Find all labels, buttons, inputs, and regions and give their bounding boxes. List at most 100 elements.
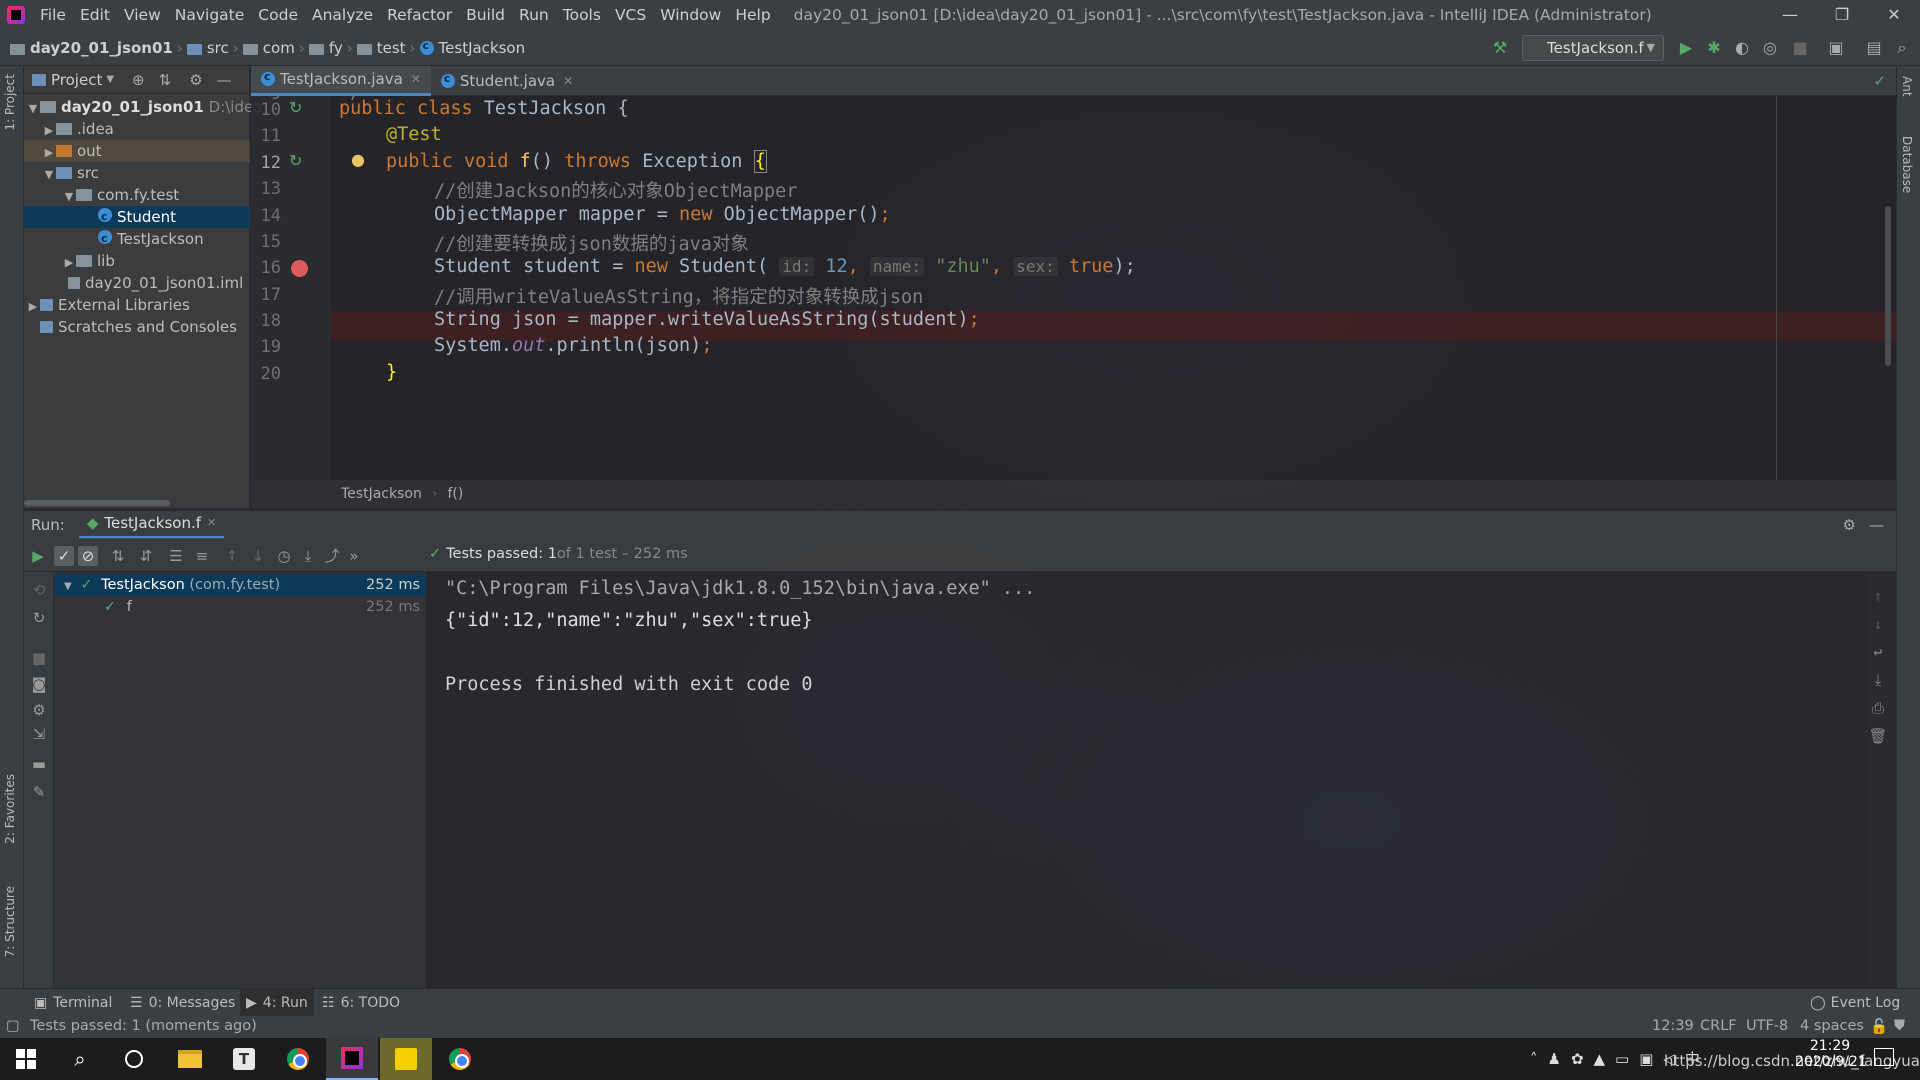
trash-icon[interactable]: 🗑 [1867,722,1889,750]
search-icon[interactable]: ⌕ [1892,38,1912,58]
prev-failed-icon[interactable]: ↑ [222,546,242,566]
close-tab-icon[interactable]: ✕ [207,509,216,537]
print-icon[interactable]: ⎙ [1867,694,1889,722]
tree-item-lib[interactable]: ▶ lib [24,250,250,272]
intellij-taskbar-icon[interactable] [326,1038,378,1080]
tree-item-student[interactable]: Student [24,206,250,228]
tree-item-external-libraries[interactable]: ▶ External Libraries [24,294,250,316]
rerun-failed-icon[interactable]: ⟲ [29,580,49,600]
tab-event-log[interactable]: ◯ Event Log [1810,989,1900,1017]
typora-icon[interactable]: T [218,1038,270,1080]
tab-terminal[interactable]: ▣ Terminal [34,989,112,1017]
tree-item-scratches[interactable]: Scratches and Consoles [24,316,250,338]
build-hammer-icon[interactable]: ⚒ [1490,38,1510,58]
tab-run[interactable]: ▶ 4: Run [240,989,314,1017]
clock[interactable]: 21:29 2020/9/21 [1795,1038,1867,1070]
pin-icon[interactable]: ✎ [29,782,49,802]
close-tab-icon[interactable]: ✕ [563,74,573,88]
breakpoint-icon[interactable] [291,260,308,277]
horizontal-scrollbar[interactable] [24,500,170,506]
menu-window[interactable]: Window [653,0,728,30]
tree-item-testjackson[interactable]: TestJackson [24,228,250,250]
settings-icon[interactable]: ⚙ [29,700,49,720]
stop-icon[interactable]: ■ [29,648,49,668]
crumb-testjackson[interactable]: TestJackson [419,39,525,57]
structure-tool-tab[interactable]: 7: Structure [3,886,17,957]
crumb-test[interactable]: test › [356,39,420,57]
gear-icon[interactable]: ⚙ [189,71,202,89]
dump-threads-icon[interactable]: ◙ [29,674,49,694]
toggle-auto-test-icon[interactable]: ↻ [29,608,49,628]
stop-icon[interactable]: ■ [1790,38,1810,58]
tab-student-java[interactable]: Student.java✕ [431,66,583,96]
chevron-down-icon[interactable]: ▼ [106,74,114,85]
tab-messages[interactable]: ☰ 0: Messages [130,989,235,1017]
console-output[interactable]: "C:\Program Files\Java\jdk1.8.0_152\bin\… [427,572,1888,988]
menu-edit[interactable]: Edit [73,0,117,30]
status-message[interactable]: Tests passed: 1 (moments ago) [30,1018,257,1034]
breadcrumb-class[interactable]: TestJackson [341,486,422,502]
tree-item-src[interactable]: ▼ src [24,162,250,184]
export-tests-icon[interactable]: ⤴ [322,546,342,566]
layout-icon[interactable]: ▤ [1864,38,1884,58]
file-encoding[interactable]: UTF-8 [1746,1018,1788,1034]
debug-icon[interactable]: ✱ [1704,38,1724,58]
run-icon[interactable]: ▶ [1676,38,1696,58]
menu-view[interactable]: View [117,0,168,30]
indent-setting[interactable]: 4 spaces [1800,1018,1864,1034]
coverage-icon[interactable]: ◐ [1732,38,1752,58]
soft-wrap-icon[interactable]: ↩ [1867,638,1889,666]
project-view-select[interactable]: Project [51,71,102,89]
chrome-icon[interactable] [272,1038,324,1080]
collapse-all-icon[interactable]: ⇅ [159,71,172,89]
down-icon[interactable]: ↓ [1867,610,1889,638]
crumb-project[interactable]: day20_01_json01 › [10,39,187,57]
menu-file[interactable]: File [33,0,73,30]
tab-todo[interactable]: ☷ 6: TODO [322,989,400,1017]
tree-item-package[interactable]: ▼ com.fy.test [24,184,250,206]
gear-icon[interactable]: ⚙ [1843,516,1856,534]
crumb-com[interactable]: com › [242,39,309,57]
up-icon[interactable]: ↑ [1867,582,1889,610]
run-config-select[interactable]: TestJackson.f ▼ [1522,35,1664,61]
test-case-row[interactable]: ✓ f 252 ms [54,596,426,618]
collapse-all-icon[interactable]: ≡ [192,546,212,566]
database-tool-tab[interactable]: Database [1900,136,1914,193]
line-separator[interactable]: CRLF [1700,1018,1737,1034]
tree-item-project-root[interactable]: ▼ day20_01_json01 D:\idea\ [24,96,268,118]
tree-item-out[interactable]: ▶ out [24,140,250,162]
chrome-icon[interactable] [434,1038,486,1080]
menu-tools[interactable]: Tools [556,0,608,30]
next-failed-icon[interactable]: ↓ [248,546,268,566]
run-tab[interactable]: ◆ TestJackson.f ✕ [78,509,225,539]
test-suite-row[interactable]: ▼ ✓ TestJackson (com.fy.test) 252 ms [54,574,426,596]
more-icon[interactable]: » [344,546,364,566]
sort-duration-icon[interactable]: ⇵ [136,546,156,566]
menu-refactor[interactable]: Refactor [380,0,459,30]
favorites-tool-tab[interactable]: 2: Favorites [3,774,17,844]
file-explorer-icon[interactable] [164,1038,216,1080]
exit-icon[interactable]: ⇲ [29,724,49,744]
history-icon[interactable]: ◷ [274,546,294,566]
expand-all-icon[interactable]: ☰ [166,546,186,566]
run-test-gutter-icon[interactable]: ↻ [289,151,302,170]
close-tab-icon[interactable]: ✕ [411,72,421,86]
rerun-icon[interactable]: ▶ [28,546,48,566]
show-passed-icon[interactable]: ✓ [54,546,74,566]
code-editor[interactable]: 9 10 11 12 13 14 15 16 17 18 19 20 ↻ ↻ ●… [251,96,1896,480]
menu-analyze[interactable]: Analyze [305,0,380,30]
menu-help[interactable]: Help [728,0,777,30]
hide-icon[interactable]: — [1869,516,1884,534]
windows-start-icon[interactable] [0,1038,52,1080]
menu-vcs[interactable]: VCS [608,0,653,30]
notes-app-icon[interactable] [380,1038,432,1080]
project-tool-tab[interactable]: 1: Project [3,74,17,131]
import-tests-icon[interactable]: ⤓ [298,546,318,566]
tab-testjackson-java[interactable]: TestJackson.java✕ [251,65,431,96]
ant-tool-tab[interactable]: Ant [1900,76,1914,97]
layout-icon[interactable]: ▬ [29,754,49,774]
caret-position[interactable]: 12:39 [1652,1018,1694,1034]
crumb-src[interactable]: src › [186,39,243,57]
intention-bulb-icon[interactable]: ● [351,150,365,169]
scroll-to-end-icon[interactable]: ⤓ [1867,666,1889,694]
